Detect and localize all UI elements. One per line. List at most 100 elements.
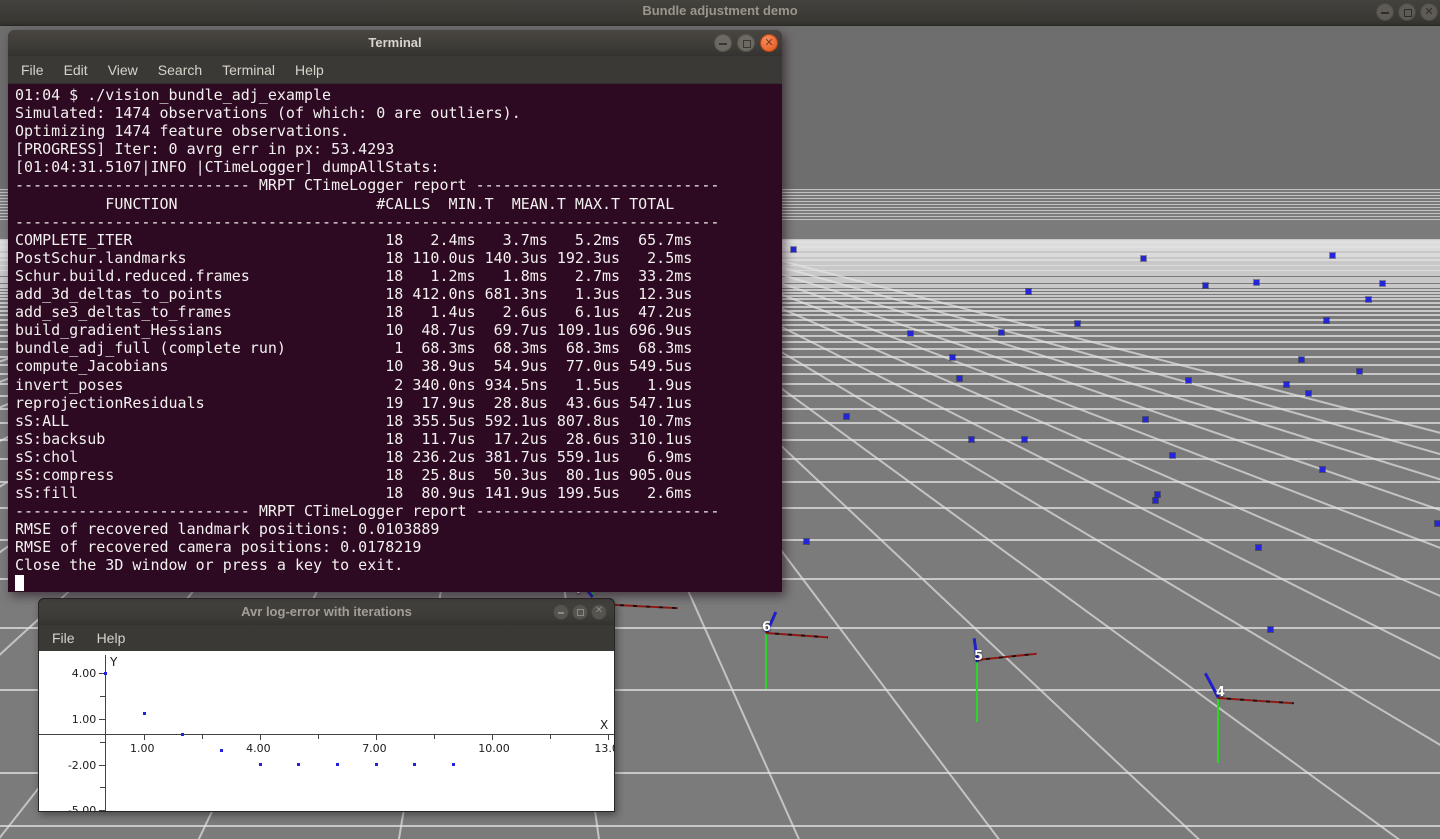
landmark-point [950,355,955,360]
landmark-point [1026,289,1031,294]
plot-titlebar[interactable]: Avr log-error with iterations ✕ [39,599,614,626]
x-tick-label: 7.00 [362,742,387,755]
menu-view[interactable]: View [99,59,147,81]
data-point [259,763,262,766]
y-tick-label: -2.00 [63,759,96,772]
landmark-point [1324,318,1329,323]
camera-y-axis [976,662,978,722]
y-tick-label: 1.00 [63,713,96,726]
landmark-point [1357,369,1362,374]
minimize-icon [1381,12,1389,14]
camera-label: 6 [762,620,771,635]
data-point [452,763,455,766]
data-point [104,672,107,675]
data-point [375,763,378,766]
landmark-point [804,539,809,544]
x-tick-label: 13.00 [594,742,614,755]
terminal-menubar: File Edit View Search Terminal Help [8,56,782,84]
y-minor-tick [100,742,105,743]
landmark-point [1299,357,1304,362]
maximize-button[interactable] [737,34,755,52]
y-tick [99,810,105,811]
camera-y-axis [1217,698,1219,763]
plot-window[interactable]: Avr log-error with iterations ✕ File Hel… [38,598,615,812]
landmark-point [791,247,796,252]
terminal-output: 01:04 $ ./vision_bundle_adj_example Simu… [8,84,782,575]
landmark-point [1254,280,1259,285]
landmark-point [1320,467,1325,472]
landmark-point [957,376,962,381]
landmark-point [1268,627,1273,632]
main-window-buttons: ✕ [1376,3,1438,21]
scatter-plot[interactable]: Y X 1.004.007.0010.0013.004.001.00-2.00-… [39,651,614,811]
landmark-point [1380,281,1385,286]
minimize-button[interactable] [553,604,569,620]
terminal-output-area[interactable]: 01:04 $ ./vision_bundle_adj_example Simu… [8,84,782,592]
y-tick-label: -5.00 [63,804,96,811]
menu-help[interactable]: Help [88,627,135,649]
landmark-point [1284,382,1289,387]
plot-menubar: File Help [39,625,614,651]
terminal-titlebar[interactable]: Terminal ✕ [8,30,782,57]
landmark-point [1141,256,1146,261]
minimize-icon [719,43,727,45]
landmark-point [1075,321,1080,326]
landmark-point [1186,378,1191,383]
plot-window-title: Avr log-error with iterations [39,604,614,619]
camera-y-axis [765,633,767,689]
menu-search[interactable]: Search [149,59,211,81]
close-button[interactable]: ✕ [760,34,778,52]
data-point [220,749,223,752]
landmark-point [1203,283,1208,288]
x-tick [260,735,261,740]
landmark-point [1170,453,1175,458]
menu-file[interactable]: File [12,59,53,81]
data-point [297,763,300,766]
landmark-point [1022,437,1027,442]
x-tick [144,735,145,740]
close-icon: ✕ [761,36,777,49]
minimize-icon [558,612,564,614]
close-button[interactable]: ✕ [1420,3,1438,21]
x-tick [376,735,377,740]
minimize-button[interactable] [714,34,732,52]
landmark-point [1143,417,1148,422]
x-tick-label: 10.00 [478,742,510,755]
menu-terminal[interactable]: Terminal [213,59,284,81]
x-tick-label: 4.00 [246,742,271,755]
landmark-point [1155,492,1160,497]
close-icon: ✕ [592,605,606,616]
terminal-window[interactable]: Terminal ✕ File Edit View Search Termina… [8,30,782,592]
plot-window-buttons: ✕ [553,604,607,620]
x-axis-label: X [600,718,608,732]
menu-edit[interactable]: Edit [55,59,97,81]
menu-help[interactable]: Help [286,59,333,81]
data-point [181,733,184,736]
landmark-point [1153,498,1158,503]
maximize-icon [743,40,751,48]
landmark-point [1256,545,1261,550]
close-button[interactable]: ✕ [591,604,607,620]
y-axis-label: Y [110,655,117,669]
x-tick [492,735,493,740]
grid-line [0,825,1440,827]
x-minor-tick [434,735,435,739]
maximize-button[interactable] [572,604,588,620]
maximize-icon [577,609,584,616]
landmark-point [908,331,913,336]
terminal-title: Terminal [8,35,782,50]
data-point [143,712,146,715]
landmark-point [1330,253,1335,258]
maximize-button[interactable] [1398,3,1416,21]
camera-label: 5 [974,649,983,664]
minimize-button[interactable] [1376,3,1394,21]
y-tick-label: 4.00 [63,667,96,680]
x-minor-tick [550,735,551,739]
y-minor-tick [100,696,105,697]
menu-file[interactable]: File [43,627,84,649]
main-window-title: Bundle adjustment demo [0,3,1440,18]
x-minor-tick [318,735,319,739]
main-window-titlebar[interactable]: Bundle adjustment demo ✕ [0,0,1440,26]
landmark-point [1435,521,1440,526]
landmark-point [969,437,974,442]
